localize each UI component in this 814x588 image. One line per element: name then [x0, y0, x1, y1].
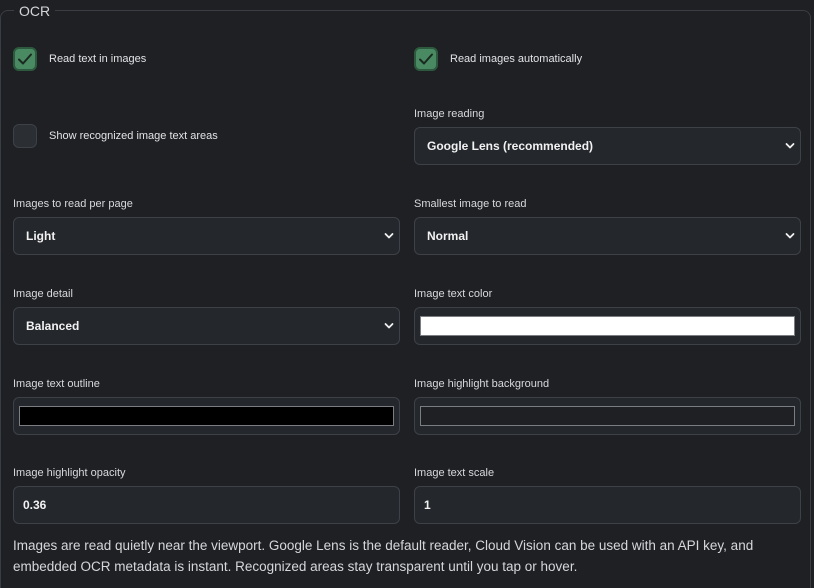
image-reading-label: Image reading [414, 108, 485, 120]
image-detail-value: Balanced [26, 319, 80, 333]
smallest-image-label: Smallest image to read [414, 198, 527, 210]
text-outline-swatch [19, 406, 394, 426]
chevron-down-icon [785, 233, 795, 239]
images-per-page-label: Images to read per page [13, 198, 133, 210]
highlight-background-swatch [420, 406, 795, 426]
text-color-label: Image text color [414, 288, 493, 300]
read-automatically-label: Read images automatically [450, 53, 583, 65]
text-scale-input[interactable]: 1 [414, 486, 801, 524]
chevron-down-icon [384, 233, 394, 239]
smallest-image-select[interactable]: Normal [414, 217, 801, 255]
text-outline-picker[interactable] [13, 397, 400, 435]
read-automatically-checkbox[interactable] [414, 47, 438, 71]
text-scale-label: Image text scale [414, 467, 495, 479]
image-reading-select[interactable]: Google Lens (recommended) [414, 127, 801, 165]
section-legend: OCR [14, 3, 56, 19]
chevron-down-icon [384, 323, 394, 329]
show-text-areas-label: Show recognized image text areas [49, 130, 218, 142]
text-color-picker[interactable] [414, 307, 801, 345]
highlight-background-label: Image highlight background [414, 378, 550, 390]
text-color-swatch [420, 316, 795, 336]
check-icon [18, 53, 32, 65]
highlight-background-picker[interactable] [414, 397, 801, 435]
show-text-areas-checkbox[interactable] [13, 124, 37, 148]
images-per-page-value: Light [26, 229, 56, 243]
highlight-opacity-input[interactable]: 0.36 [13, 486, 400, 524]
read-text-label: Read text in images [49, 53, 147, 65]
read-text-checkbox[interactable] [13, 47, 37, 71]
images-per-page-select[interactable]: Light [13, 217, 400, 255]
image-reading-value: Google Lens (recommended) [427, 139, 594, 153]
ocr-help-text: Images are read quietly near the viewpor… [13, 538, 754, 574]
chevron-down-icon [785, 143, 795, 149]
text-outline-label: Image text outline [13, 378, 100, 390]
check-icon [419, 53, 433, 65]
image-detail-label: Image detail [13, 288, 73, 300]
smallest-image-value: Normal [427, 229, 469, 243]
image-detail-select[interactable]: Balanced [13, 307, 400, 345]
highlight-opacity-label: Image highlight opacity [13, 467, 126, 479]
text-scale-value: 1 [424, 498, 431, 512]
highlight-opacity-value: 0.36 [23, 498, 47, 512]
